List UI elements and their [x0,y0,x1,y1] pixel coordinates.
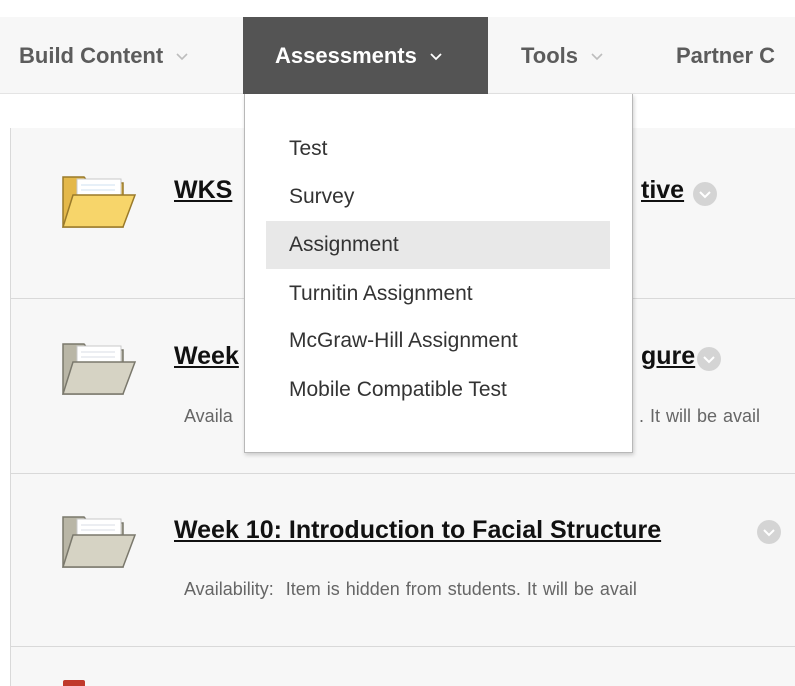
chevron-down-icon[interactable] [697,347,721,371]
tools-label: Tools [521,42,579,68]
item-title-week-10[interactable]: Week 10: Introduction to Facial Structur… [174,516,661,545]
folder-open-gray-icon [59,509,139,571]
next-item-icon [63,680,85,686]
chevron-down-icon [429,49,443,63]
menu-item-mobile-compatible-test[interactable]: Mobile Compatible Test [266,366,610,414]
item-title-wks[interactable]: WKS [174,176,232,205]
chevron-down-icon [590,49,604,63]
availability-label: Availability: [184,579,274,599]
assessments-button[interactable]: Assessments [243,17,488,94]
menu-item-survey[interactable]: Survey [266,173,610,221]
item-title-week-end[interactable]: gure [641,342,695,371]
availability-text: Item is hidden from students. It will be… [285,579,637,599]
tools-button[interactable]: Tools [521,17,604,94]
assessments-dropdown-menu: Test Survey Assignment Turnitin Assignme… [244,94,633,453]
folder-open-yellow-icon [59,169,139,231]
menu-item-test[interactable]: Test [266,125,610,173]
build-content-button[interactable]: Build Content [19,17,189,94]
availability-row: Availability: Item is hidden from student… [184,579,637,600]
item-title-week[interactable]: Week [174,342,239,371]
item-divider [11,473,795,474]
menu-item-mcgraw-hill-assignment[interactable]: McGraw-Hill Assignment [266,317,610,365]
chevron-down-icon[interactable] [693,182,717,206]
partner-content-button[interactable]: Partner C [676,17,775,94]
menu-item-turnitin-assignment[interactable]: Turnitin Assignment [266,270,610,318]
menu-item-assignment[interactable]: Assignment [266,221,610,269]
availability-label: Availa [184,406,233,426]
action-bar: Build Content Assessments Tools Partner … [0,17,795,94]
folder-open-gray-icon [59,336,139,398]
availability-text: . It will be avail [639,406,761,426]
build-content-label: Build Content [19,42,164,68]
chevron-down-icon[interactable] [757,520,781,544]
assessments-label: Assessments [275,42,417,68]
chevron-down-icon [175,49,189,63]
item-title-wks-end[interactable]: tive [641,176,684,205]
item-divider [11,646,795,647]
partner-content-label: Partner C [676,42,776,68]
